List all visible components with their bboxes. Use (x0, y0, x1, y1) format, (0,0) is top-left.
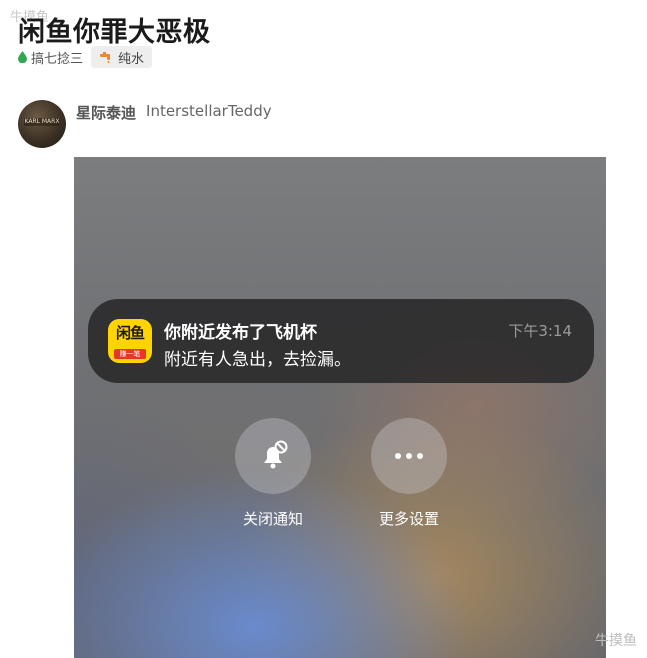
more-settings-action[interactable]: 更多设置 (361, 418, 457, 529)
notification-title: 你附近发布了飞机杯 (164, 323, 317, 343)
post-title: 闲鱼你罪大恶极 (18, 17, 211, 48)
notification-banner[interactable]: 闲鱼 赚一笔 你附近发布了飞机杯 附近有人急出，去捡漏。 下午3:14 (88, 299, 594, 383)
turn-off-notifications-action[interactable]: 关闭通知 (225, 418, 321, 529)
more-dots-icon (395, 453, 423, 459)
faucet-icon (100, 52, 111, 63)
bell-slash-icon (264, 440, 288, 469)
avatar[interactable]: KARL MARX (18, 100, 66, 148)
app-icon-text: 闲鱼 (115, 324, 145, 342)
more-settings-label: 更多设置 (378, 510, 439, 528)
author-row: KARL MARX 星际泰迪 InterstellarTeddy (18, 100, 272, 148)
avatar-caption: KARL MARX (24, 118, 60, 126)
drop-icon (18, 51, 27, 63)
notification-time: 下午3:14 (508, 322, 572, 340)
tag-water-label: 纯水 (118, 51, 145, 67)
watermark-bottom: 牛摸鱼 (595, 633, 637, 649)
turn-off-notifications-label: 关闭通知 (242, 510, 303, 528)
more-settings-button[interactable] (371, 418, 447, 494)
tag-category-label: 搞七捻三 (31, 51, 84, 67)
app-icon-subtext: 赚一笔 (114, 349, 146, 359)
notification-body: 附近有人急出，去捡漏。 (164, 350, 351, 370)
tag-category[interactable]: 搞七捻三 (18, 48, 83, 67)
screenshot-image: 闲鱼 赚一笔 你附近发布了飞机杯 附近有人急出，去捡漏。 下午3:14 关闭通知… (74, 157, 606, 658)
tag-row: 搞七捻三 纯水 (18, 46, 153, 68)
tag-water[interactable]: 纯水 (91, 46, 153, 68)
author-username[interactable]: InterstellarTeddy (146, 102, 272, 123)
turn-off-notifications-button[interactable] (235, 418, 311, 494)
author-name[interactable]: 星际泰迪 (76, 102, 136, 123)
xianyu-app-icon: 闲鱼 赚一笔 (108, 319, 152, 363)
